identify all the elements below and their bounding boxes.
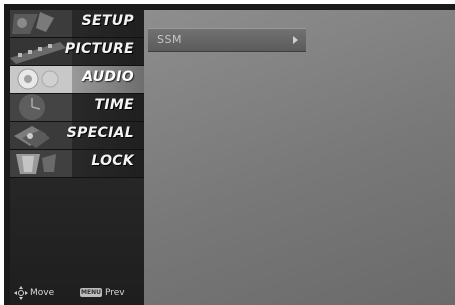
main-menu-sidebar: SETUP PICTURE AUDIO TIME SPECIAL LOCK Mo…	[10, 10, 144, 305]
menu-item-label: PICTURE	[64, 41, 134, 57]
menu-item-label: AUDIO	[82, 69, 134, 85]
menu-item-picture[interactable]: PICTURE	[10, 38, 144, 66]
menu-item-label: SPECIAL	[66, 125, 134, 141]
menu-item-setup[interactable]: SETUP	[10, 10, 144, 38]
menu-item-label: LOCK	[91, 153, 134, 169]
special-icon	[10, 122, 72, 149]
submenu-panel: SSM	[144, 10, 455, 305]
prev-hint-label: Prev	[105, 288, 125, 298]
menu-item-label: SETUP	[81, 13, 134, 29]
menu-item-time[interactable]: TIME	[10, 94, 144, 122]
arrow-right-icon	[293, 36, 298, 44]
directional-pad-icon	[14, 286, 28, 300]
submenu-item-label: SSM	[157, 33, 182, 46]
picture-icon	[10, 38, 72, 65]
menu-item-lock[interactable]: LOCK	[10, 150, 144, 178]
menu-item-audio[interactable]: AUDIO	[10, 66, 144, 94]
submenu-item-ssm[interactable]: SSM	[148, 28, 306, 52]
audio-icon	[10, 66, 72, 93]
lock-icon	[10, 150, 72, 177]
menu-item-label: TIME	[94, 97, 134, 113]
menu-item-special[interactable]: SPECIAL	[10, 122, 144, 150]
tv-osd-screen: SETUP PICTURE AUDIO TIME SPECIAL LOCK Mo…	[4, 4, 455, 305]
clock-icon	[10, 94, 72, 121]
menu-key-icon: MENU	[80, 288, 102, 297]
navigation-hint-bar: Move MENU Prev	[10, 285, 144, 301]
setup-icon	[10, 10, 72, 37]
move-hint-label: Move	[30, 288, 55, 298]
